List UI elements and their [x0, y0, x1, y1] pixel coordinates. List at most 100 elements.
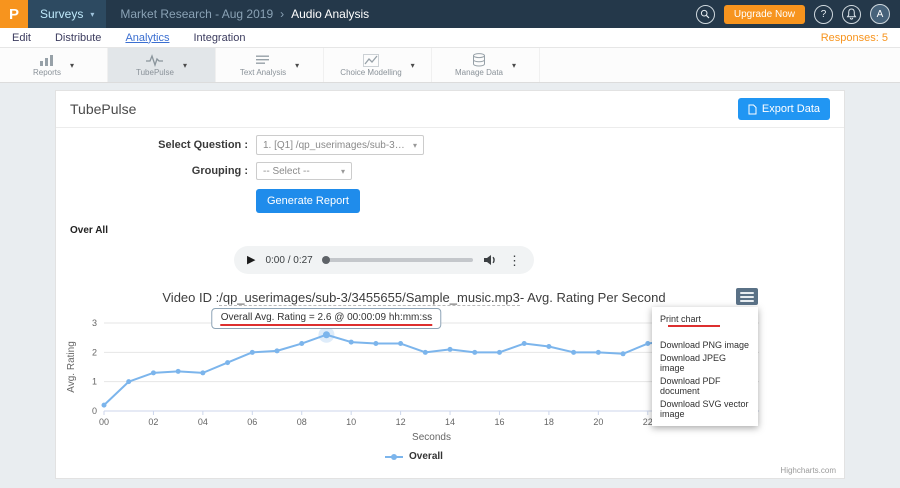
chevron-down-icon[interactable]: ▾ [512, 61, 516, 70]
main-nav: Edit Distribute Analytics Integration Re… [0, 28, 900, 48]
player-seek-slider[interactable] [323, 258, 473, 262]
toolbar-label: Text Analysis [240, 68, 286, 77]
svg-text:16: 16 [494, 417, 504, 427]
menu-item-label: Print chart [660, 314, 701, 324]
svg-text:3: 3 [92, 318, 97, 328]
svg-text:20: 20 [593, 417, 603, 427]
main-content: TubePulse Export Data Select Question : … [0, 83, 900, 479]
brand-logo[interactable]: P [0, 0, 28, 28]
responses-count[interactable]: Responses: 5 [821, 32, 888, 44]
nav-item-integration[interactable]: Integration [193, 32, 245, 44]
toolbar-label: Reports [33, 68, 61, 77]
chevron-down-icon[interactable]: ▾ [183, 61, 187, 70]
menu-item-download-jpeg[interactable]: Download JPEG image [652, 351, 758, 374]
avatar[interactable]: A [870, 4, 890, 24]
player-seek-knob[interactable] [322, 256, 330, 264]
text-lines-icon [255, 54, 270, 67]
svg-text:2: 2 [92, 347, 97, 357]
chevron-down-icon: ▾ [90, 10, 94, 19]
toolbar-label: Manage Data [455, 68, 503, 77]
chevron-down-icon[interactable]: ▾ [295, 61, 299, 70]
svg-text:06: 06 [247, 417, 257, 427]
surveys-label: Surveys [40, 7, 83, 21]
legend-item-overall[interactable]: Overall [64, 451, 764, 462]
question-mark-icon: ? [821, 9, 827, 20]
upgrade-button[interactable]: Upgrade Now [724, 5, 805, 24]
player-time: 0:00 / 0:27 [265, 255, 312, 266]
surveys-dropdown[interactable]: Surveys ▾ [28, 0, 106, 28]
generate-report-button[interactable]: Generate Report [256, 189, 360, 213]
player-menu-button[interactable]: ⋮ [508, 254, 521, 267]
grouping-select-value: -- Select -- [263, 166, 310, 177]
toolbar-item-tubepulse[interactable]: TubePulse ▾ [108, 48, 216, 82]
export-data-button[interactable]: Export Data [738, 98, 830, 120]
svg-text:1: 1 [92, 377, 97, 387]
legend-marker-icon [385, 453, 403, 461]
menu-item-print-chart[interactable]: Print chart [652, 312, 758, 328]
chevron-down-icon: ▾ [341, 167, 345, 176]
top-bar: P Surveys ▾ Market Research - Aug 2019 ›… [0, 0, 900, 28]
chevron-down-icon[interactable]: ▾ [70, 61, 74, 70]
svg-text:14: 14 [445, 417, 455, 427]
breadcrumb-current: Audio Analysis [291, 7, 369, 21]
bell-icon [846, 8, 857, 20]
chevron-down-icon[interactable]: ▾ [411, 61, 415, 70]
bar-chart-icon [39, 54, 55, 67]
panel-header: TubePulse Export Data [56, 91, 844, 128]
play-button[interactable]: ▶ [247, 255, 255, 266]
highcharts-credit[interactable]: Highcharts.com [780, 466, 836, 475]
svg-text:08: 08 [297, 417, 307, 427]
export-icon [748, 104, 757, 115]
tubepulse-panel: TubePulse Export Data Select Question : … [55, 90, 845, 479]
svg-text:02: 02 [148, 417, 158, 427]
annotation-underline-print [668, 325, 720, 327]
menu-item-download-svg[interactable]: Download SVG vector image [652, 397, 758, 420]
hamburger-icon [740, 300, 754, 302]
line-chart-icon [363, 54, 379, 67]
toolbar-item-choice-modelling[interactable]: Choice Modelling ▾ [324, 48, 432, 82]
nav-item-distribute[interactable]: Distribute [55, 32, 101, 44]
page-title: TubePulse [70, 101, 136, 117]
menu-item-download-png[interactable]: Download PNG image [652, 338, 758, 351]
toolbar-item-manage-data[interactable]: Manage Data ▾ [432, 48, 540, 82]
chart-title: Video ID :/qp_userimages/sub-3/3455655/S… [64, 290, 764, 305]
audio-player[interactable]: ▶ 0:00 / 0:27 ⋮ [234, 246, 534, 274]
analytics-toolbar: Reports ▾ TubePulse ▾ Text Analysis ▾ [0, 48, 900, 83]
export-label: Export Data [762, 103, 820, 115]
chart-context-menu-button[interactable] [736, 288, 758, 305]
svg-text:12: 12 [396, 417, 406, 427]
toolbar-item-reports[interactable]: Reports ▾ [0, 48, 108, 82]
help-button[interactable]: ? [814, 5, 833, 24]
brand-logo-letter: P [9, 6, 19, 23]
chevron-down-icon: ▾ [413, 141, 417, 150]
volume-button[interactable] [483, 254, 498, 266]
question-select[interactable]: 1. [Q1] /qp_userimages/sub-3/3455655/S..… [256, 135, 424, 155]
grouping-row: Grouping : -- Select -- ▾ [56, 162, 844, 180]
hamburger-icon [740, 292, 754, 294]
menu-item-download-pdf[interactable]: Download PDF document [652, 374, 758, 397]
search-icon [700, 9, 710, 19]
legend-label: Overall [409, 451, 443, 462]
grouping-select[interactable]: -- Select -- ▾ [256, 162, 352, 180]
toolbar-item-text-analysis[interactable]: Text Analysis ▾ [216, 48, 324, 82]
toolbar-label: Choice Modelling [340, 68, 401, 77]
avatar-initial: A [877, 9, 884, 20]
chart-area: Video ID :/qp_userimages/sub-3/3455655/S… [64, 290, 764, 462]
question-select-value: 1. [Q1] /qp_userimages/sub-3/3455655/S..… [263, 140, 407, 151]
chart-tooltip-text: Overall Avg. Rating = 2.6 @ 00:00:09 hh:… [221, 312, 432, 323]
breadcrumb-parent[interactable]: Market Research - Aug 2019 [120, 7, 273, 21]
svg-text:Seconds: Seconds [412, 432, 451, 443]
question-row: Select Question : 1. [Q1] /qp_userimages… [56, 135, 844, 155]
chart-title-prefix: Video ID : [162, 290, 219, 305]
topbar-actions: Upgrade Now ? A [696, 4, 900, 24]
overall-label: Over All [70, 225, 844, 236]
svg-text:0: 0 [92, 406, 97, 416]
volume-icon [483, 254, 498, 266]
svg-text:10: 10 [346, 417, 356, 427]
grouping-label: Grouping : [56, 165, 256, 177]
nav-item-edit[interactable]: Edit [12, 32, 31, 44]
notifications-button[interactable] [842, 5, 861, 24]
search-button[interactable] [696, 5, 715, 24]
nav-item-analytics[interactable]: Analytics [125, 32, 169, 44]
annotation-underline-tooltip [221, 324, 432, 326]
